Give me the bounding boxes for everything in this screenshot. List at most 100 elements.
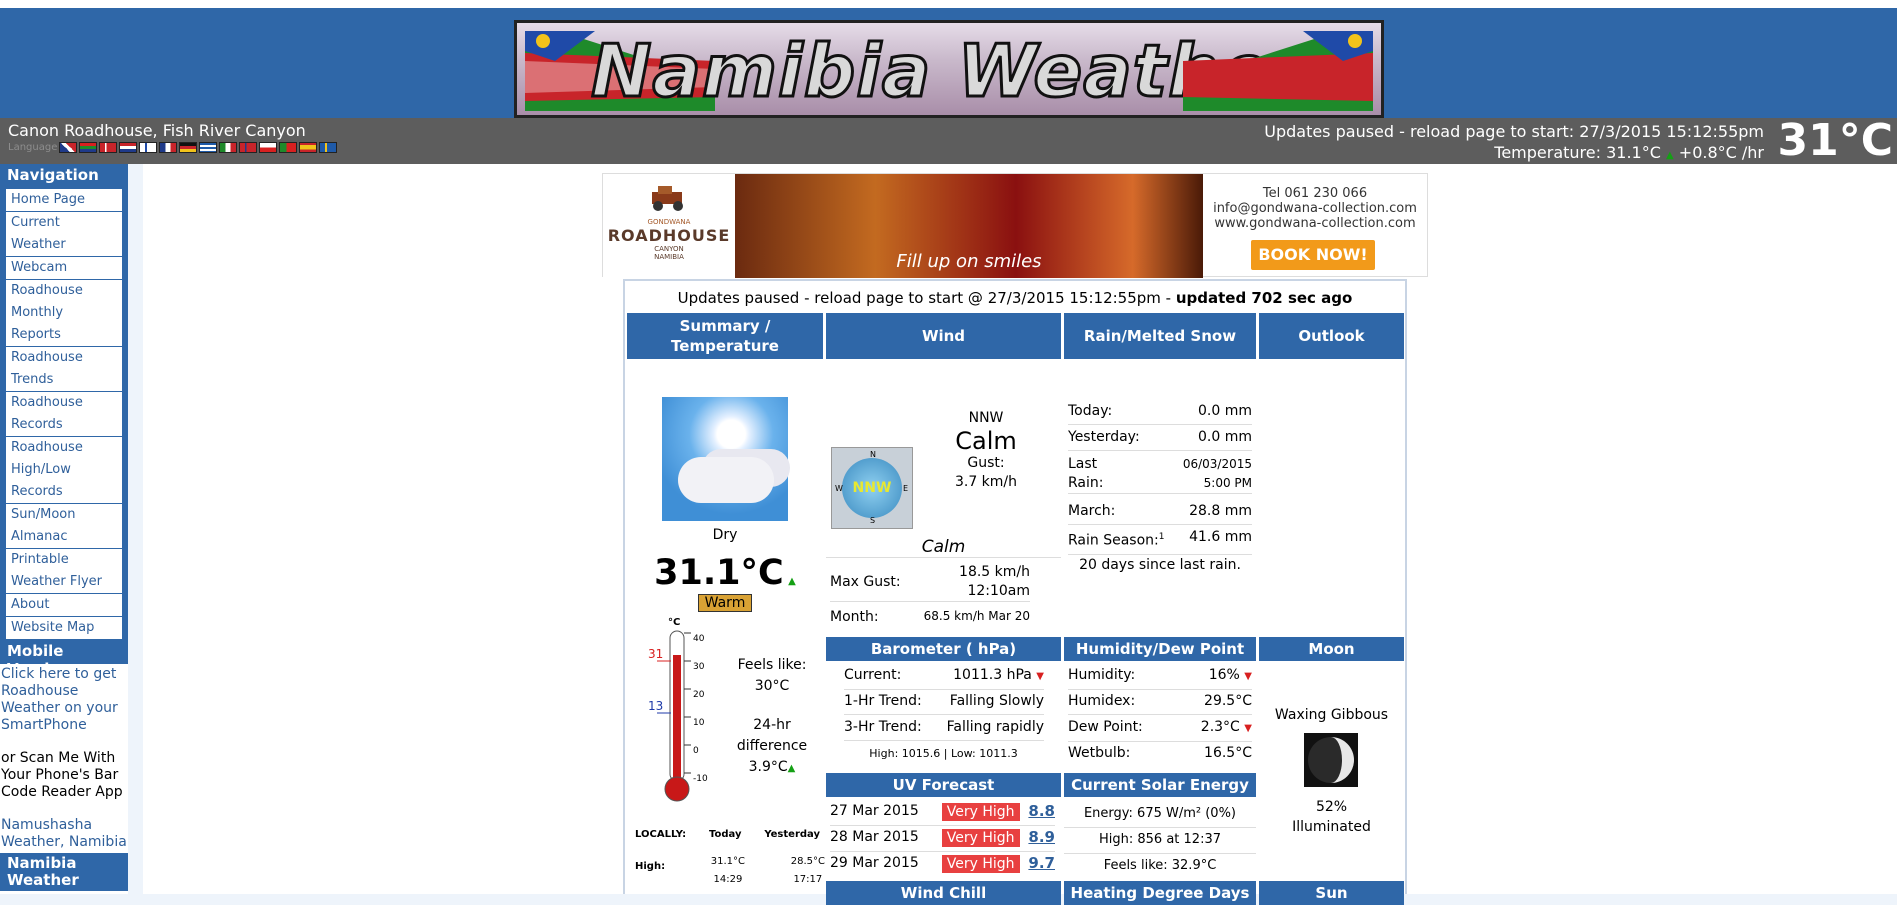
flag-za-icon[interactable] — [79, 142, 98, 153]
rain-column: Today: 0.0 mm Yesterday: 0.0 mm Last Rain:… — [1064, 359, 1256, 637]
outlook-column — [1259, 359, 1404, 637]
flag-se-icon[interactable] — [319, 142, 338, 153]
namushasha-link[interactable]: Namushasha Weather, Namibia — [0, 815, 128, 853]
flag-nl-icon[interactable] — [119, 142, 138, 153]
updates-paused-text: Updates paused - reload page to start: 2… — [1264, 122, 1764, 141]
flag-es-icon[interactable] — [299, 142, 318, 153]
wind-gust: 3.7 km/h — [954, 474, 1018, 490]
wind-calm-italic: Calm — [826, 537, 1061, 558]
language-label: Language — [8, 142, 58, 153]
roadhouse-logo: GONDWANA ROADHOUSE CANYON NAMIBIA — [603, 174, 735, 278]
header-heating-degree-days: Heating Degree Days — [1064, 881, 1256, 905]
flag-it-icon[interactable] — [219, 142, 238, 153]
locally-header: LOCALLY: Today Yesterday — [635, 829, 820, 840]
header-wind-chill: Wind Chill — [826, 881, 1061, 905]
wind-compass-icon: NNW N S E W — [831, 447, 913, 529]
site-banner[interactable]: Namibia Weather — [514, 20, 1384, 118]
header-sun: Sun — [1259, 881, 1404, 905]
uv-row: 28 Mar 2015 Very High 8.9 — [830, 825, 1055, 852]
thermometer-low: 13 — [648, 699, 664, 713]
uv-row: 29 Mar 2015 Very High 9.7 — [830, 854, 1055, 873]
header-rain: Rain/Melted Snow — [1064, 313, 1256, 359]
nav-website-map[interactable]: Website Map — [5, 617, 123, 640]
condition-text: Dry — [712, 527, 738, 543]
temp-up-arrow-icon: ▲ — [1665, 150, 1674, 161]
dew-point-row: Dew Point: 2.3°C ▼ — [1068, 715, 1252, 742]
baro-high-low: High: 1015.6 | Low: 1011.3 — [869, 747, 1018, 760]
car-icon — [652, 186, 683, 211]
header-uv-forecast: UV Forecast — [826, 773, 1061, 797]
flag-pt-icon[interactable] — [279, 142, 298, 153]
nav-printable-flyer[interactable]: Printable Weather Flyer — [5, 549, 123, 594]
info-bar: Canon Roadhouse, Fish River Canyon Langu… — [0, 118, 1897, 164]
sidebar: Navigation Home Page Current Weather Web… — [0, 164, 128, 894]
uv-value-link[interactable]: 8.8 — [1028, 802, 1055, 820]
solar-feels-like: Feels like: 32.9°C — [1103, 858, 1217, 873]
temp-trend-up-icon: ▲ — [788, 576, 796, 587]
nav-trends[interactable]: Roadhouse Trends — [5, 347, 123, 392]
flag-pl-icon[interactable] — [259, 142, 278, 153]
uv-row: 27 Mar 2015 Very High 8.8 — [830, 799, 1055, 826]
humidity-down-arrow-icon: ▼ — [1244, 671, 1252, 682]
feels-like: Feels like: 30°C — [737, 657, 807, 694]
days-since-rain: 20 days since last rain. — [1079, 557, 1241, 573]
humidity-panel: Humidity: 16% ▼ Humidex: 29.5°C Dew Point:… — [1064, 661, 1256, 766]
header-barometer: Barometer ( hPa) — [826, 637, 1061, 661]
rain-today-row: Today: 0.0 mm — [1068, 399, 1252, 425]
nav-menu: Home Page Current Weather Webcam Roadhou… — [0, 188, 128, 640]
baro-3hr-row: 3-Hr Trend: Falling rapidly — [844, 715, 1044, 741]
update-status: Updates paused - reload page to start: 2… — [1264, 121, 1764, 166]
month-gust-row: Month: 68.5 km/h Mar 20 — [830, 609, 1030, 625]
mobile-version-title: Mobile Version — [0, 640, 128, 678]
top-banner: Namibia Weather — [0, 0, 1897, 118]
nav-about[interactable]: About — [5, 594, 123, 617]
flag-dk-icon[interactable] — [99, 142, 118, 153]
header-solar-energy: Current Solar Energy — [1064, 773, 1256, 797]
nav-webcam[interactable]: Webcam — [5, 257, 123, 280]
current-temperature: 31.1°C ▲ — [654, 553, 796, 593]
nav-monthly-reports[interactable]: Roadhouse Monthly Reports — [5, 280, 123, 347]
flag-gr-icon[interactable] — [199, 142, 218, 153]
humidity-row: Humidity: 16% ▼ — [1068, 663, 1252, 690]
header-temperature: Temperature: 31.1°C ▲ +0.8°C /hr — [1494, 143, 1764, 162]
humidex-row: Humidex: 29.5°C — [1068, 689, 1252, 715]
advert-banner[interactable]: GONDWANA ROADHOUSE CANYON NAMIBIA Fill u… — [602, 173, 1428, 278]
moon-panel: Waxing Gibbous 52% Illuminated — [1259, 661, 1404, 896]
wetbulb-row: Wetbulb: 16.5°C — [1068, 745, 1252, 761]
uv-value-link[interactable]: 9.7 — [1028, 854, 1055, 872]
flag-no-icon[interactable] — [239, 142, 258, 153]
nav-high-low-records[interactable]: Roadhouse High/Low Records — [5, 437, 123, 504]
uv-value-link[interactable]: 8.9 — [1028, 828, 1055, 846]
moon-icon — [1304, 733, 1358, 787]
baro-down-arrow-icon: ▼ — [1036, 671, 1044, 682]
station-location: Canon Roadhouse, Fish River Canyon — [8, 121, 306, 140]
flag-fr-icon[interactable] — [159, 142, 178, 153]
header-moon: Moon — [1259, 637, 1404, 661]
wind-direction-text: NNW Calm Gust: 3.7 km/h — [916, 409, 1056, 492]
scan-text: or Scan Me With Your Phone's Bar Code Re… — [1, 750, 123, 800]
thermometer-high: 31 — [648, 647, 664, 661]
solar-panel: Energy: 675 W/m² (0%) High: 856 at 12:37… — [1064, 797, 1256, 893]
flag-de-icon[interactable] — [179, 142, 198, 153]
flag-en-icon[interactable] — [59, 142, 78, 153]
max-gust-row: Max Gust: 18.5 km/h 12:10am — [830, 563, 1030, 602]
nav-sun-moon-almanac[interactable]: Sun/Moon Almanac — [5, 504, 123, 549]
nav-home-page[interactable]: Home Page — [5, 188, 123, 212]
flag-fi-icon[interactable] — [139, 142, 158, 153]
solar-high: High: 856 at 12:37 — [1064, 827, 1256, 854]
advert-photo: Fill up on smiles — [735, 174, 1203, 278]
status-line: Updates paused - reload page to start @ … — [677, 289, 1353, 307]
book-now-button[interactable]: BOOK NOW! — [1251, 240, 1375, 270]
moon-phase: Waxing Gibbous — [1274, 707, 1389, 723]
nav-records[interactable]: Roadhouse Records — [5, 392, 123, 437]
advert-slogan: Fill up on smiles — [896, 251, 1042, 272]
mobile-link[interactable]: Click here to get Roadhouse Weather on y… — [0, 664, 128, 736]
thermometer-unit: °C — [668, 617, 681, 628]
weather-panel: Updates paused - reload page to start @ … — [623, 279, 1407, 905]
nav-title: Navigation — [0, 164, 128, 188]
big-temperature: 31°C — [1777, 115, 1893, 166]
language-selector: Language — [8, 142, 338, 153]
nav-current-weather[interactable]: Current Weather — [5, 212, 123, 257]
uv-level-badge: Very High — [941, 803, 1020, 821]
weather-condition-icon — [662, 397, 788, 521]
